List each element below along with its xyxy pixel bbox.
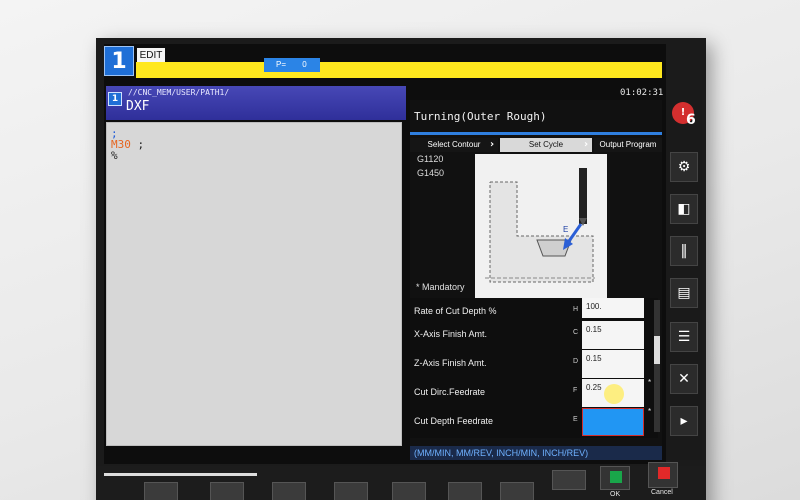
param-row-cut-depth-feedrate: Cut Depth Feedrate E (410, 408, 646, 438)
param-address: C (573, 329, 579, 336)
param-label: Cut Depth Feedrate (414, 416, 494, 426)
softkey-button[interactable] (210, 482, 244, 500)
p-counter-badge: P= 0 (264, 58, 320, 72)
cycle-divider (410, 132, 662, 135)
chevron-right-icon: › (584, 139, 589, 150)
param-address: D (573, 358, 579, 365)
program-line: % (111, 149, 118, 162)
param-input-c[interactable]: 0.15 (582, 321, 644, 349)
clock-time: 01:02:31 (620, 88, 664, 98)
program-file-name: DXF (126, 99, 150, 114)
softkey-button[interactable] (392, 482, 426, 500)
param-scrollbar[interactable] (654, 300, 660, 432)
softkey-button[interactable] (500, 482, 534, 500)
param-label: Cut Dirc.Feedrate (414, 387, 486, 397)
softkey-button[interactable] (552, 470, 586, 490)
workpiece-icon[interactable]: ◧ (670, 194, 698, 224)
cancel-button[interactable] (648, 462, 678, 488)
status-message-bar (136, 62, 662, 78)
path-number-badge: 1 (108, 92, 122, 106)
param-input-e-active[interactable] (582, 408, 644, 436)
param-input-h[interactable]: 100. (582, 298, 644, 318)
cycle-step-tabs: Select Contour › Set Cycle › Output Prog… (410, 138, 662, 152)
param-address: H (573, 306, 579, 313)
softkey-indicator (205, 473, 257, 476)
tools-icon[interactable]: ‖ (670, 236, 698, 266)
cancel-red-icon (658, 467, 670, 479)
diagram-label: E (563, 225, 568, 234)
p-label: P= (276, 60, 287, 69)
mode-number-badge: 1 (104, 46, 134, 76)
softkey-button[interactable] (144, 482, 178, 500)
cycle-diagram: E (475, 154, 607, 298)
touch-cursor-icon (604, 384, 624, 404)
ok-button[interactable] (600, 466, 630, 490)
p-value: 0 (302, 60, 307, 69)
program-line-end: ; (130, 138, 145, 151)
program-path: //CNC_MEM/USER/PATH1/ (128, 88, 230, 97)
turning-diagram-icon: E (485, 168, 595, 283)
param-row-x-finish: X-Axis Finish Amt. C 0.15 (410, 321, 646, 351)
ok-label: OK (610, 491, 621, 498)
cancel-label: Cancel (651, 489, 673, 496)
program-editor[interactable]: ; M30 ; % (106, 122, 402, 446)
wrench-icon[interactable]: ✕ (670, 364, 698, 394)
step-output-program[interactable]: Output Program (594, 138, 662, 152)
mandatory-note: * Mandatory (416, 282, 465, 292)
softkey-button[interactable] (272, 482, 306, 500)
required-marker: * (648, 407, 652, 416)
param-label: X-Axis Finish Amt. (414, 329, 488, 339)
cycle-title: Turning(Outer Rough) (414, 110, 547, 123)
g-code-item: G1120 (417, 154, 444, 164)
g-code-item: G1450 (417, 168, 445, 178)
chevron-right-icon: › (490, 139, 495, 150)
param-address: F (573, 387, 578, 394)
settings-gears-icon[interactable]: ⚙ (670, 152, 698, 182)
param-scroll-thumb[interactable] (654, 336, 660, 364)
step-select-contour[interactable]: Select Contour (410, 138, 498, 152)
softkey-button[interactable] (334, 482, 368, 500)
param-label: Rate of Cut Depth % (414, 306, 497, 316)
side-menu (666, 90, 702, 460)
alarm-count: 6 (686, 112, 696, 128)
softkey-button[interactable] (448, 482, 482, 500)
param-address: E (573, 416, 578, 423)
list-icon[interactable]: ☰ (670, 322, 698, 352)
param-label: Z-Axis Finish Amt. (414, 358, 487, 368)
param-input-d[interactable]: 0.15 (582, 350, 644, 378)
step-set-cycle[interactable]: Set Cycle (500, 138, 592, 152)
folder-icon[interactable]: ▤ (670, 278, 698, 308)
ok-green-icon (610, 471, 622, 483)
param-row-z-finish: Z-Axis Finish Amt. D 0.15 (410, 350, 646, 380)
required-marker: * (648, 378, 652, 387)
units-hint: (MM/MIN, MM/REV, INCH/MIN, INCH/REV) (410, 446, 662, 460)
expand-icon[interactable]: ▸ (670, 406, 698, 436)
